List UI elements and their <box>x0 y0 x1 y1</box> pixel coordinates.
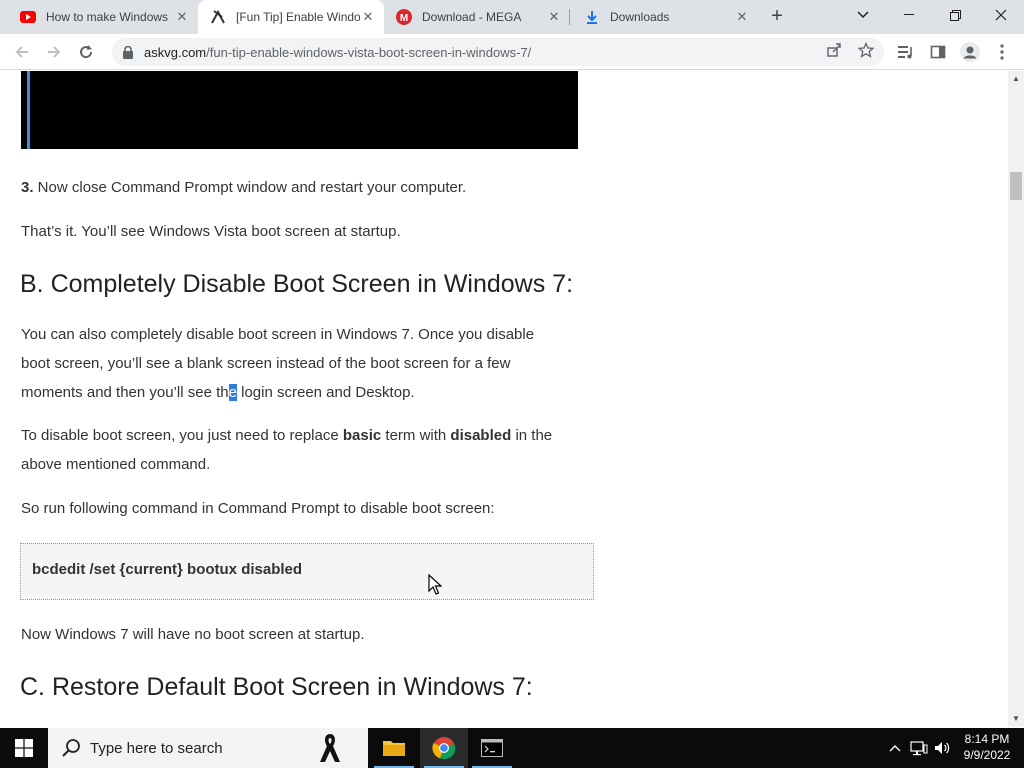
new-tab-button[interactable]: + <box>766 6 788 28</box>
disable-intro-paragraph: You can also completely disable boot scr… <box>21 320 601 407</box>
tab-youtube[interactable]: How to make Windows ✕ <box>8 0 198 34</box>
no-boot-paragraph: Now Windows 7 will have no boot screen a… <box>21 626 365 643</box>
url-host: askvg.com <box>144 44 207 60</box>
text-line: To disable boot screen, you just need to… <box>21 421 601 450</box>
heading-disable-boot-screen: B. Completely Disable Boot Screen in Win… <box>20 270 574 298</box>
tab-strip: How to make Windows ✕ [Fun Tip] Enable W… <box>0 0 1024 34</box>
close-window-button[interactable] <box>978 0 1024 30</box>
windows-taskbar: Type here to search 8:14 PM 9/9/2022 <box>0 728 1024 768</box>
tab-askvg[interactable]: [Fun Tip] Enable Windo ✕ <box>198 0 384 34</box>
volume-icon[interactable] <box>932 728 952 768</box>
scrollbar-thumb[interactable] <box>1010 172 1022 200</box>
minimize-button[interactable] <box>886 0 932 30</box>
image-edge-stripe <box>27 71 30 149</box>
mega-icon: M <box>396 9 412 25</box>
forward-button[interactable] <box>42 41 66 63</box>
share-icon[interactable] <box>824 40 844 60</box>
text-selection-highlight: e <box>228 384 237 401</box>
close-tab-icon[interactable]: ✕ <box>546 9 562 25</box>
command-text[interactable]: bcdedit /set {current} bootux disabled <box>32 561 302 578</box>
tab-downloads[interactable]: Downloads ✕ <box>572 0 758 34</box>
close-tab-icon[interactable]: ✕ <box>174 9 190 25</box>
heading-restore-boot-screen: C. Restore Default Boot Screen in Window… <box>20 673 533 701</box>
folder-icon <box>383 741 405 756</box>
menu-kebab-icon[interactable] <box>992 42 1012 62</box>
boot-screen-image <box>21 71 578 149</box>
command-prompt-app[interactable] <box>468 728 516 768</box>
media-control-icon[interactable] <box>896 42 916 62</box>
tab-title: Downloads <box>610 10 670 24</box>
awareness-ribbon-icon[interactable] <box>316 732 344 764</box>
tab-search-chevron-icon[interactable] <box>840 0 886 30</box>
tab-mega[interactable]: M Download - MEGA ✕ <box>384 0 570 34</box>
clock-time: 8:14 PM <box>964 732 1010 746</box>
page-viewport: 3. Now close Command Prompt window and r… <box>0 71 1008 727</box>
tab-title: How to make Windows <box>46 10 169 24</box>
url-path: /fun-tip-enable-windows-vista-boot-scree… <box>206 44 532 60</box>
step-number: 3. <box>21 179 34 196</box>
step-3-paragraph: 3. Now close Command Prompt window and r… <box>21 173 601 202</box>
thats-it-paragraph: That’s it. You’ll see Windows Vista boot… <box>21 223 401 240</box>
close-tab-icon[interactable]: ✕ <box>734 9 750 25</box>
text-segment: moments and then you’ll see th <box>21 384 229 401</box>
scroll-down-arrow-icon[interactable]: ▼ <box>1008 711 1024 727</box>
address-bar[interactable]: askvg.com/fun-tip-enable-windows-vista-b… <box>112 38 884 66</box>
windows-logo-icon <box>15 739 33 757</box>
text-segment: To disable boot screen, you just need to… <box>21 427 343 444</box>
text-segment: term with <box>381 427 451 444</box>
text-segment: in the <box>511 427 553 444</box>
chrome-app[interactable] <box>420 728 468 768</box>
system-clock[interactable]: 8:14 PM 9/9/2022 <box>956 731 1018 763</box>
tab-title: Download - MEGA <box>422 10 522 24</box>
taskbar-search-box[interactable]: Type here to search <box>48 728 368 768</box>
side-panel-icon[interactable] <box>928 42 948 62</box>
replace-term-paragraph: To disable boot screen, you just need to… <box>21 421 601 479</box>
text-line: You can also completely disable boot scr… <box>21 326 535 343</box>
show-hidden-icons-icon[interactable] <box>886 728 904 768</box>
text-line: moments and then you’ll see the login sc… <box>21 378 601 407</box>
restore-button[interactable] <box>932 0 978 30</box>
command-code-box[interactable]: bcdedit /set {current} bootux disabled <box>20 543 594 600</box>
terminal-icon <box>481 739 503 757</box>
text-line: boot screen, you’ll see a blank screen i… <box>21 355 511 372</box>
network-icon[interactable] <box>908 728 930 768</box>
step-text: Now close Command Prompt window and rest… <box>33 179 467 196</box>
browser-toolbar: askvg.com/fun-tip-enable-windows-vista-b… <box>0 34 1024 70</box>
tab-divider <box>569 9 570 25</box>
askvg-icon <box>210 9 226 25</box>
lock-icon[interactable] <box>122 45 134 59</box>
mouse-cursor-icon <box>428 574 442 595</box>
close-tab-icon[interactable]: ✕ <box>360 9 376 25</box>
search-placeholder: Type here to search <box>90 739 223 757</box>
start-button[interactable] <box>0 728 48 768</box>
file-explorer-app[interactable] <box>370 728 418 768</box>
youtube-icon <box>20 9 36 25</box>
bookmark-star-icon[interactable] <box>856 40 876 60</box>
search-icon <box>62 739 80 757</box>
scroll-up-arrow-icon[interactable]: ▲ <box>1008 71 1024 87</box>
svg-text:M: M <box>400 13 408 24</box>
text-segment: login screen and Desktop. <box>236 384 415 401</box>
profile-avatar-icon[interactable] <box>960 42 980 62</box>
term-disabled: disabled <box>450 427 512 444</box>
back-button[interactable] <box>10 41 34 63</box>
chrome-icon <box>432 737 456 760</box>
text-line: above mentioned command. <box>21 456 211 473</box>
clock-date: 9/9/2022 <box>963 748 1011 762</box>
term-basic: basic <box>342 427 382 444</box>
reload-button[interactable] <box>74 41 98 63</box>
download-icon <box>584 9 600 25</box>
vertical-scrollbar[interactable]: ▲ ▼ <box>1008 71 1024 727</box>
run-command-paragraph: So run following command in Command Prom… <box>21 500 495 517</box>
tab-title: [Fun Tip] Enable Windo <box>236 10 360 24</box>
